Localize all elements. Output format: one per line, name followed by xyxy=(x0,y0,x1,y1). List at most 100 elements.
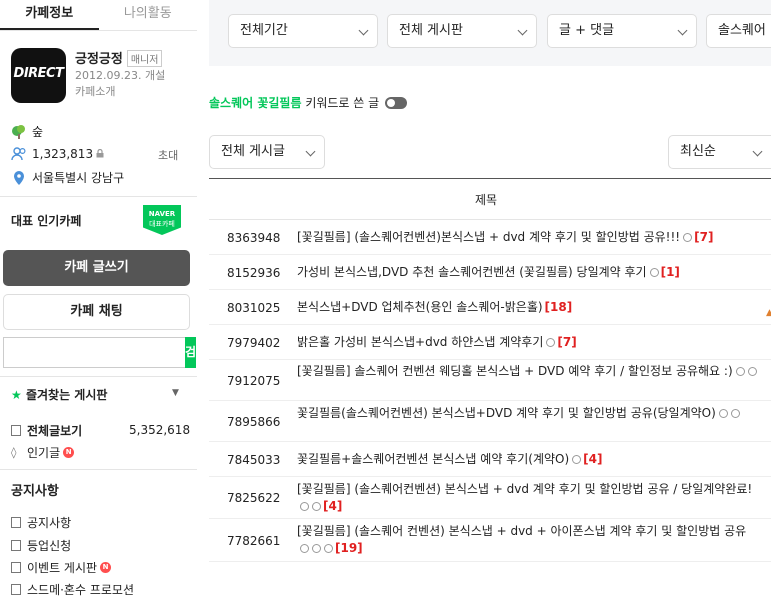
sidebar-divider xyxy=(0,196,197,197)
table-row[interactable]: 7825622 [꽃길필름] (솔스퀘어컨벤션) 본식스냅 + dvd 계약 후… xyxy=(209,477,771,519)
comment-count[interactable]: [1] xyxy=(661,265,680,279)
member-count[interactable]: 1,323,813 xyxy=(11,146,104,162)
board-icon xyxy=(11,540,21,551)
post-title[interactable]: 꽃길필름(솔스퀘어컨벤션) 본식스냅+DVD 계약 후기 및 할인방법 공유(당… xyxy=(297,405,757,422)
post-type-select[interactable]: 전체 게시글 xyxy=(209,135,325,169)
menu-all-posts[interactable]: 전체글보기 xyxy=(11,422,82,439)
menu-event-board-label: 이벤트 게시판 xyxy=(27,561,98,575)
table-row[interactable]: 7979402 밝은홀 가성비 본식스냅+dvd 하얀스냅 계약후기 [7] xyxy=(209,325,771,360)
photo-icon xyxy=(572,455,582,464)
cafe-search-input[interactable] xyxy=(3,337,185,368)
post-number: 7979402 xyxy=(227,336,281,350)
sidebar-divider xyxy=(0,469,197,470)
lock-icon xyxy=(96,147,104,161)
board-filter-label: 전체 게시판 xyxy=(399,23,463,38)
comment-count[interactable]: [19] xyxy=(335,541,363,555)
cafe-logo-text: DIRECT xyxy=(13,66,64,81)
photo-icon xyxy=(546,338,556,347)
menu-all-posts-label: 전체글보기 xyxy=(27,424,83,438)
tab-my-activity[interactable]: 나의활동 xyxy=(99,0,198,30)
manager-name-text: 긍정긍정 xyxy=(75,52,123,67)
cafe-info: DIRECT 긍정긍정 매니저 2012.09.23. 개설 카페소개 xyxy=(11,48,191,108)
menu-popular[interactable]: ◊ 인기글 N xyxy=(11,444,75,461)
favorite-boards-label: 즐겨찾는 게시판 xyxy=(25,388,108,402)
menu-event-board[interactable]: 이벤트 게시판 N xyxy=(11,559,112,576)
sidebar-divider xyxy=(0,376,197,377)
post-number: 7912075 xyxy=(227,374,281,388)
post-number: 7895866 xyxy=(227,415,281,429)
location-pin-icon xyxy=(11,170,27,186)
comment-count[interactable]: [7] xyxy=(694,230,713,244)
menu-popular-label: 인기글 xyxy=(27,446,61,460)
chevron-down-icon xyxy=(517,25,528,36)
post-number: 7825622 xyxy=(227,491,281,505)
table-row[interactable]: 7782661 [꽃길필름] (솔스퀘어 컨벤션) 본식스냅 + dvd + 아… xyxy=(209,519,771,562)
cafe-level-text: 숲 xyxy=(32,125,44,139)
menu-level-up[interactable]: 등업신청 xyxy=(11,537,71,554)
invite-button[interactable]: 초대 xyxy=(158,147,178,163)
menu-promotion[interactable]: 스드메·혼수 프로모션 xyxy=(11,581,134,598)
photo-icon xyxy=(735,367,745,376)
post-title[interactable]: 가성비 본식스냅,DVD 추천 솔스퀘어컨벤션 (꽃길필름) 당일계약 후기 [1… xyxy=(297,264,757,281)
comment-count[interactable]: [4] xyxy=(583,452,602,466)
manager-name[interactable]: 긍정긍정 매니저 xyxy=(75,48,163,67)
post-title[interactable]: [꽃길필름] 솔스퀘어 컨벤션 웨딩홀 본식스냅 + DVD 예약 후기 / 할… xyxy=(297,363,757,380)
new-mark-icon: ▲ xyxy=(766,308,771,318)
post-title-text: [꽃길필름] 솔스퀘어 컨벤션 웨딩홀 본식스냅 + DVD 예약 후기 / 할… xyxy=(297,364,733,378)
board-icon xyxy=(11,425,21,436)
menu-notice-label: 공지사항 xyxy=(27,516,72,530)
members-icon xyxy=(11,146,27,162)
post-title[interactable]: [꽃길필름] (솔스퀘어컨벤션)본식스냅 + dvd 계약 후기 및 할인방법 … xyxy=(297,229,757,246)
board-filter[interactable]: 전체 게시판 xyxy=(387,14,537,48)
post-number: 8152936 xyxy=(227,266,281,280)
comment-count[interactable]: [18] xyxy=(545,300,573,314)
table-row[interactable]: 7912075 [꽃길필름] 솔스퀘어 컨벤션 웨딩홀 본식스냅 + DVD 예… xyxy=(209,360,771,401)
table-row[interactable]: 8152936 가성비 본식스냅,DVD 추천 솔스퀘어컨벤션 (꽃길필름) 당… xyxy=(209,255,771,290)
naver-rep-badge[interactable]: NAVER 대표카페 xyxy=(143,205,181,235)
comment-count[interactable]: [7] xyxy=(557,335,576,349)
keyword-suffix: 키워드로 쓴 글 xyxy=(301,96,380,110)
comment-count[interactable]: [4] xyxy=(323,499,342,513)
search-button[interactable]: 검색 xyxy=(185,337,197,390)
post-title[interactable]: 본식스냅+DVD 업체추천(용인 솔스퀘어-밝은홀) [18] xyxy=(297,299,757,316)
post-title-text: 꽃길필름+솔스퀘어컨벤션 본식스냅 예약 후기(계약O) xyxy=(297,452,570,466)
chevron-down-icon xyxy=(305,146,316,157)
post-title-text: 꽃길필름(솔스퀘어컨벤션) 본식스냅+DVD 계약 후기 및 할인방법 공유(당… xyxy=(297,406,716,420)
post-number: 8031025 xyxy=(227,301,281,315)
keyword-filter-label: 솔스퀘어 xyxy=(718,23,766,38)
keyword-text: 솔스퀘어 꽃길필름 xyxy=(209,96,302,110)
keyword-toggle[interactable] xyxy=(385,96,408,109)
cafe-chat-button[interactable]: 카페 채팅 xyxy=(3,294,190,330)
member-count-text: 1,323,813 xyxy=(32,147,94,161)
notice-section-title: 공지사항 xyxy=(11,484,59,499)
keyword-filter[interactable]: 솔스퀘어 xyxy=(706,14,771,48)
post-title[interactable]: 꽃길필름+솔스퀘어컨벤션 본식스냅 예약 후기(계약O) [4] xyxy=(297,451,757,468)
favorite-boards-toggle[interactable]: ★ 즐겨찾는 게시판 xyxy=(11,386,107,403)
post-title[interactable]: [꽃길필름] (솔스퀘어 컨벤션) 본식스냅 + dvd + 아이폰스냅 계약 … xyxy=(297,523,757,557)
table-row[interactable]: 7895866 꽃길필름(솔스퀘어컨벤션) 본식스냅+DVD 계약 후기 및 할… xyxy=(209,401,771,442)
cafe-logo[interactable]: DIRECT xyxy=(11,48,66,103)
video-icon xyxy=(747,367,757,376)
sidebar: 카페정보 나의활동 DIRECT 긍정긍정 매니저 2012.09.23. 개설 … xyxy=(0,0,197,599)
post-title[interactable]: [꽃길필름] (솔스퀘어컨벤션) 본식스냅 + dvd 계약 후기 및 할인방법… xyxy=(297,481,757,515)
type-filter[interactable]: 글 + 댓글 xyxy=(547,14,697,48)
sidebar-tabs: 카페정보 나의활동 xyxy=(0,0,197,31)
tab-cafe-info[interactable]: 카페정보 xyxy=(0,0,99,30)
caret-down-icon[interactable]: ▼ xyxy=(172,388,179,398)
post-title[interactable]: 밝은홀 가성비 본식스냅+dvd 하얀스냅 계약후기 [7] xyxy=(297,334,757,351)
cafe-created-date: 2012.09.23. 개설 xyxy=(75,69,166,82)
menu-promotion-label: 스드메·혼수 프로모션 xyxy=(27,583,134,597)
table-row[interactable]: 7845033 꽃길필름+솔스퀘어컨벤션 본식스냅 예약 후기(계약O) [4] xyxy=(209,442,771,477)
sort-select[interactable]: 최신순 xyxy=(668,135,771,169)
sort-select-label: 최신순 xyxy=(680,144,716,159)
post-title-text: 밝은홀 가성비 본식스냅+dvd 하얀스냅 계약후기 xyxy=(297,335,544,349)
cafe-intro-link[interactable]: 카페소개 xyxy=(75,83,115,99)
new-badge: N xyxy=(63,447,75,458)
table-row[interactable]: 8031025 본식스냅+DVD 업체추천(용인 솔스퀘어-밝은홀) [18] xyxy=(209,290,771,325)
period-filter[interactable]: 전체기간 xyxy=(228,14,378,48)
column-header-title: 제목 xyxy=(475,193,498,207)
menu-notice[interactable]: 공지사항 xyxy=(11,514,71,531)
table-row[interactable]: 8363948 [꽃길필름] (솔스퀘어컨벤션)본식스냅 + dvd 계약 후기… xyxy=(209,220,771,255)
cafe-write-button[interactable]: 카페 글쓰기 xyxy=(3,250,190,286)
post-number: 7782661 xyxy=(227,534,281,548)
